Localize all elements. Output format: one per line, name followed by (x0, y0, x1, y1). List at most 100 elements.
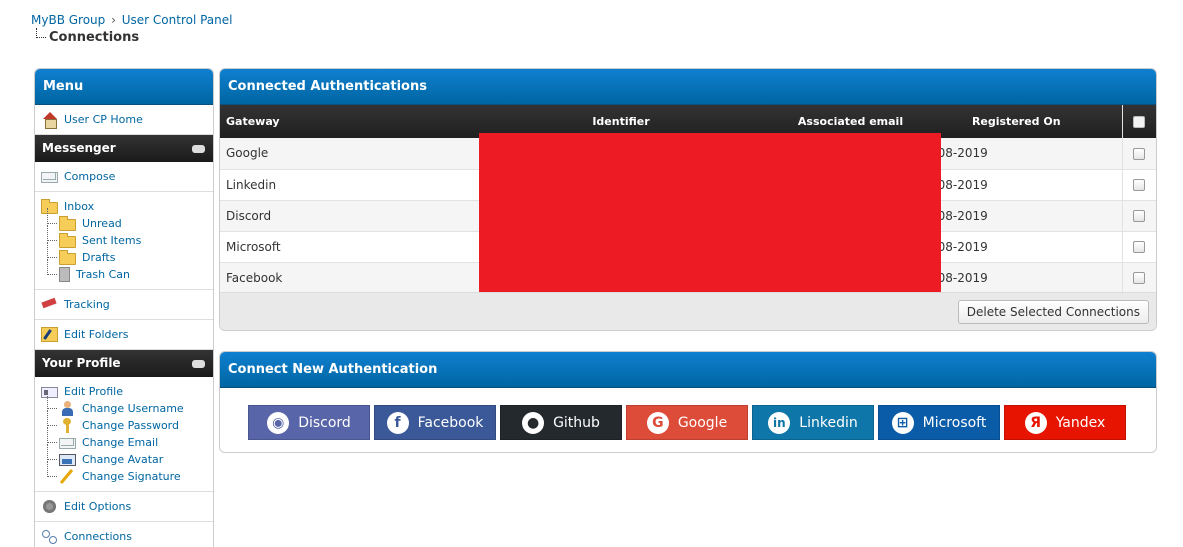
sidebar-row-home: User CP Home (35, 105, 213, 135)
sidebar-item-compose[interactable]: Compose (41, 168, 207, 185)
connected-authentications-panel: Connected Authentications Gateway Identi… (219, 68, 1157, 331)
collapse-toggle-icon[interactable] (192, 145, 205, 153)
gateway-cell: Google (220, 138, 452, 170)
gateway-cell: Discord (220, 200, 452, 232)
collapse-toggle-icon[interactable] (192, 360, 205, 368)
column-header-select-all (1121, 105, 1156, 138)
panel-footer: Delete Selected Connections (220, 292, 1156, 330)
sidebar-row-compose: Compose (35, 162, 213, 192)
sidebar-item-label: Change Email (82, 436, 159, 449)
sidebar-item-sent-items[interactable]: Sent Items (47, 225, 207, 249)
delete-selected-connections-button[interactable]: Delete Selected Connections (957, 300, 1149, 324)
sidebar-item-usercp-home[interactable]: User CP Home (41, 111, 207, 129)
registered-cell: 11-08-2019 (911, 200, 1122, 232)
provider-label: Google (677, 414, 728, 431)
user-icon (59, 401, 76, 416)
sidebar-row-edit-folders: Edit Folders (35, 320, 213, 350)
row-checkbox[interactable] (1133, 147, 1146, 160)
connect-yandex-button[interactable]: Я Yandex (1004, 405, 1126, 440)
registered-cell: 11-08-2019 (911, 138, 1122, 170)
select-cell (1121, 262, 1156, 294)
sidebar-item-drafts[interactable]: Drafts (47, 242, 207, 266)
select-cell (1121, 169, 1156, 201)
select-all-checkbox[interactable] (1133, 116, 1146, 128)
section-messenger: Messenger (35, 135, 213, 162)
provider-label: Facebook (417, 414, 484, 431)
sidebar-item-change-avatar[interactable]: Change Avatar (47, 444, 207, 468)
column-header-gateway: Gateway (220, 105, 452, 138)
sidebar-item-edit-folders[interactable]: Edit Folders (41, 326, 207, 343)
sidebar-item-label: Tracking (64, 298, 110, 311)
connect-new-authentication-panel: Connect New Authentication ◉ Discord f F… (219, 351, 1157, 453)
folder-icon (59, 249, 76, 265)
sidebar-item-label: Edit Profile (64, 385, 124, 398)
folder-icon (59, 232, 76, 248)
envelope-icon (41, 172, 58, 183)
sidebar-item-label: Change Signature (82, 470, 181, 483)
provider-label: Microsoft (922, 414, 987, 431)
sidebar-item-label: Sent Items (82, 234, 142, 247)
sidebar-item-change-email[interactable]: Change Email (47, 427, 207, 451)
row-checkbox[interactable] (1133, 272, 1146, 284)
edit-folders-icon (41, 327, 58, 342)
registered-cell: 13-08-2019 (911, 169, 1122, 201)
connect-facebook-button[interactable]: f Facebook (374, 405, 496, 440)
sidebar-row-inbox: Inbox Unread Sent Items Drafts Trash Can (35, 192, 213, 290)
linkedin-icon: in (768, 411, 791, 434)
sidebar-item-unread[interactable]: Unread (47, 208, 207, 232)
sidebar-row-connections: Connections (35, 522, 213, 547)
connect-linkedin-button[interactable]: in Linkedin (752, 405, 874, 440)
breadcrumb-link-mybb-group[interactable]: MyBB Group (31, 13, 105, 27)
redaction-block (479, 133, 941, 299)
provider-label: Yandex (1055, 414, 1106, 431)
provider-buttons: ◉ Discord f Facebook ● Github G Google i… (248, 405, 1126, 440)
discord-icon: ◉ (267, 411, 290, 434)
sidebar-item-label: Edit Options (64, 500, 132, 513)
connect-discord-button[interactable]: ◉ Discord (248, 405, 370, 440)
gear-icon (41, 499, 58, 514)
breadcrumb: MyBB Group › User Control Panel Connecti… (31, 13, 232, 45)
select-cell (1121, 138, 1156, 170)
connect-github-button[interactable]: ● Github (500, 405, 622, 440)
sidebar-item-trash-can[interactable]: Trash Can (47, 259, 207, 283)
provider-label: Discord (298, 414, 351, 431)
select-cell (1121, 200, 1156, 232)
sidebar-item-label: Compose (64, 170, 116, 183)
google-icon: G (646, 411, 669, 434)
sidebar-menu: Menu User CP Home Messenger Compose Inbo… (34, 68, 214, 547)
sidebar-item-label: Change Username (82, 402, 184, 415)
sidebar-item-tracking[interactable]: Tracking (41, 296, 207, 313)
sidebar-item-change-password[interactable]: Change Password (47, 410, 207, 434)
sidebar-item-connections[interactable]: Connections (41, 528, 207, 545)
home-icon (41, 112, 58, 129)
row-checkbox[interactable] (1133, 179, 1146, 191)
sidebar-item-label: Inbox (64, 200, 95, 213)
github-icon: ● (522, 411, 545, 434)
image-icon (59, 454, 76, 466)
row-checkbox[interactable] (1133, 210, 1146, 222)
sidebar-item-change-username[interactable]: Change Username (47, 393, 207, 417)
sidebar-item-change-signature[interactable]: Change Signature (47, 461, 207, 485)
sidebar-item-edit-options[interactable]: Edit Options (41, 498, 207, 515)
select-cell (1121, 231, 1156, 263)
sidebar-item-label: Drafts (82, 251, 116, 264)
sidebar-row-edit-profile: Edit Profile Change Username Change Pass… (35, 377, 213, 492)
menu-title: Menu (35, 69, 213, 105)
microsoft-icon: ⊞ (891, 411, 914, 434)
breadcrumb-current: Connections (31, 28, 232, 45)
sidebar-item-edit-profile[interactable]: Edit Profile (41, 383, 207, 400)
registered-cell: 13-08-2019 (911, 262, 1122, 294)
key-icon (59, 418, 76, 433)
connect-microsoft-button[interactable]: ⊞ Microsoft (878, 405, 1000, 440)
inbox-subfolders: Unread Sent Items Drafts Trash Can (41, 208, 207, 283)
gateway-cell: Linkedin (220, 169, 452, 201)
pencil-icon (59, 469, 76, 484)
breadcrumb-link-user-cp[interactable]: User Control Panel (122, 13, 233, 27)
profile-subitems: Change Username Change Password Change E… (41, 393, 207, 485)
sidebar-item-inbox[interactable]: Inbox (41, 198, 207, 215)
provider-label: Linkedin (799, 414, 858, 431)
connections-icon (41, 529, 58, 544)
row-checkbox[interactable] (1133, 241, 1146, 253)
tracking-icon (41, 297, 58, 312)
connect-google-button[interactable]: G Google (626, 405, 748, 440)
